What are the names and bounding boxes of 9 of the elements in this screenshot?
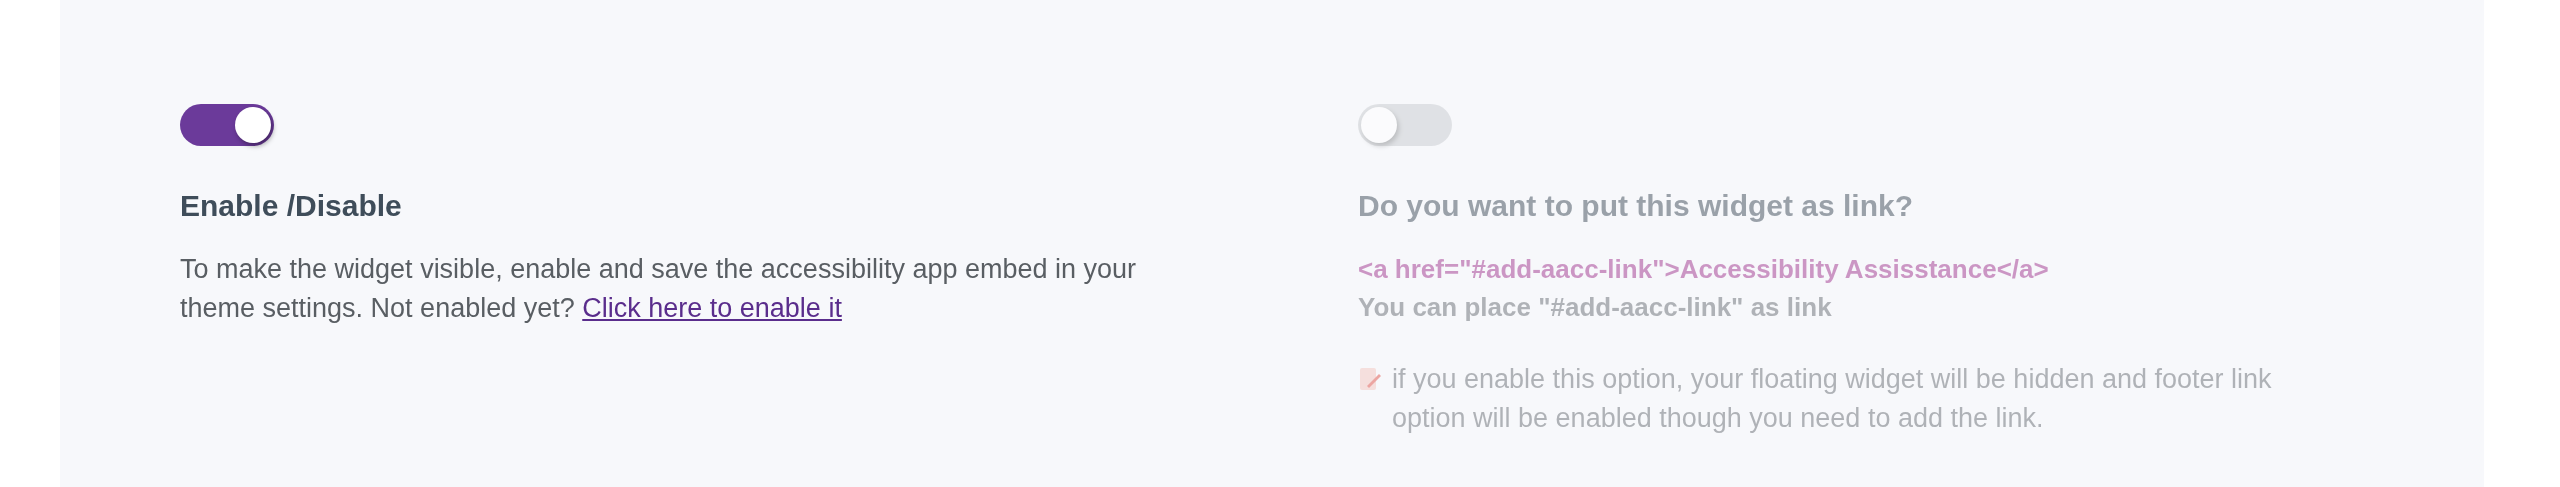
setting-title: Do you want to put this widget as link? xyxy=(1358,188,1913,224)
setting-title: Enable /Disable xyxy=(180,188,402,224)
toggle-switch[interactable] xyxy=(180,104,274,146)
memo-icon xyxy=(1358,366,1382,392)
setting-description: To make the widget visible, enable and save the accessibility app embed in your theme settings. Not enabled yet? Click here to enable it xyxy=(180,253,1138,325)
enable-link[interactable]: Click here to enable it xyxy=(582,293,842,323)
note-text: if you enable this option, your floating widget will be hidden and footer link option will be enabled though you need to add the link. xyxy=(1392,363,2273,435)
code-snippet: <a href="#add-aacc-link">Accessibility Assisstance</a> xyxy=(1358,253,2049,286)
link-hint: You can place "#add-aacc-link" as link xyxy=(1358,291,1832,324)
